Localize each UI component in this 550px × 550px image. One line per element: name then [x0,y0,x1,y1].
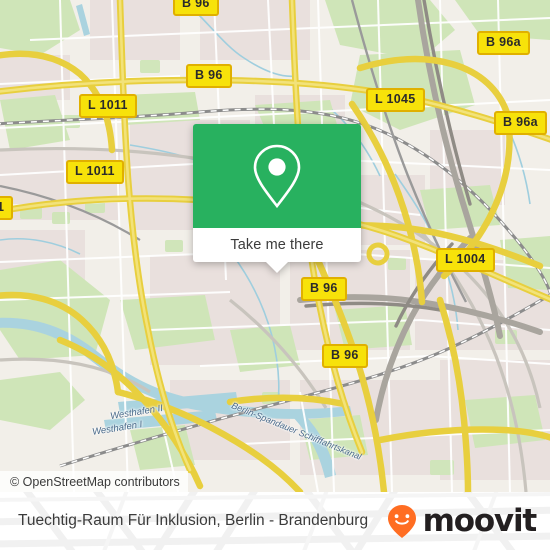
moovit-logo: moovit [382,501,538,541]
moovit-wordmark: moovit [422,502,538,539]
map-canvas[interactable]: Westhafen II Westhafen I Berlin-Spandaue… [0,0,550,492]
popup-pointer-tail [266,262,288,273]
moovit-smiley-pin-icon [387,505,416,538]
road-shield: L 1011 [66,160,124,184]
road-shield: B 96a [494,111,547,135]
footer-bar: Tuechtig-Raum Für Inklusion, Berlin - Br… [0,492,550,550]
road-shield: B 96a [477,31,530,55]
location-popup-card[interactable]: Take me there [193,124,361,273]
road-shield: 1 [0,196,14,220]
map-attribution[interactable]: © OpenStreetMap contributors [0,471,188,492]
take-me-there-label: Take me there [230,237,324,253]
take-me-there-button[interactable]: Take me there [193,228,361,262]
popup-pin-panel [193,124,361,228]
road-shield: B 96 [301,277,347,301]
location-title: Tuechtig-Raum Für Inklusion, Berlin - Br… [18,512,369,529]
road-shield: L 1011 [79,94,137,118]
map-pin-icon [253,144,301,209]
attribution-text: © OpenStreetMap contributors [10,474,180,489]
road-shield: L 1004 [436,248,495,272]
road-shield: B 96 [173,0,219,16]
moovit-location-card: Westhafen II Westhafen I Berlin-Spandaue… [0,0,550,550]
road-shield: L 1045 [366,88,425,112]
road-shield: B 96 [186,64,232,88]
road-shield: B 96 [322,344,368,368]
